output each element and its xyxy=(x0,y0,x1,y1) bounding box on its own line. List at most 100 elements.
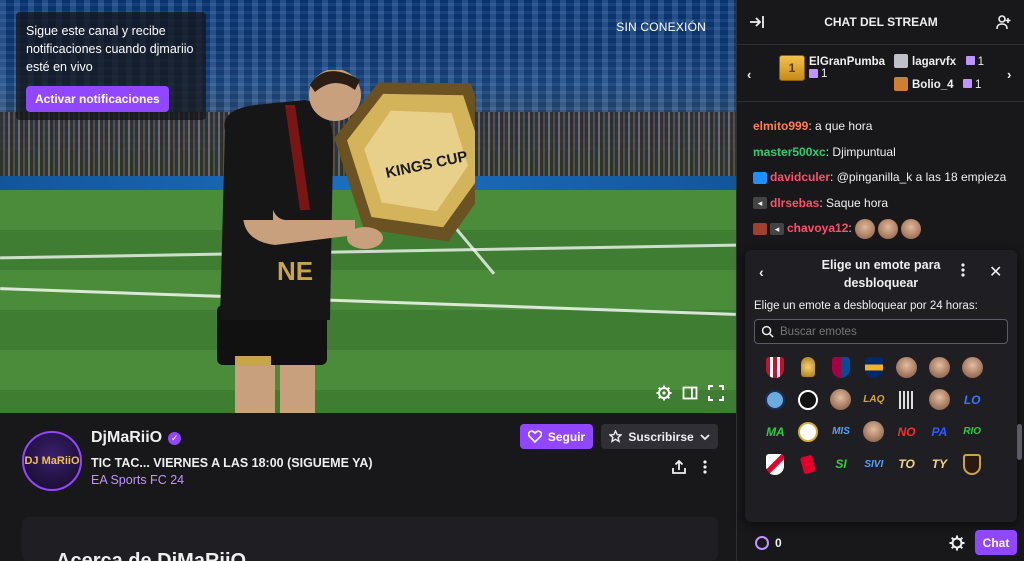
mute-badge-icon: ◂ xyxy=(770,222,784,235)
avatar[interactable]: DJ MaRiiO xyxy=(22,431,82,491)
gift-icon xyxy=(963,79,972,89)
chat-settings-icon[interactable] xyxy=(949,535,965,551)
emote-search-input[interactable] xyxy=(780,325,980,338)
gift-rank-icon xyxy=(894,53,908,68)
search-icon xyxy=(761,325,774,338)
streamer-name-text: DjMaRiiO xyxy=(91,429,163,446)
no-text-emote[interactable]: NO xyxy=(890,416,923,448)
lo-text-emote[interactable]: LO xyxy=(956,383,989,415)
atletico-crest-emote[interactable] xyxy=(759,351,792,383)
gifter-row[interactable]: lagarvfx 1 xyxy=(894,50,984,73)
other-gifters: lagarvfx 1 Bolio_4 1 xyxy=(894,50,984,96)
emote-label: MIS xyxy=(832,426,850,438)
colo-colo-crest-emote[interactable] xyxy=(792,383,825,415)
about-panel: Acerca de DjMaRiiO xyxy=(22,517,718,561)
boca-crest-emote[interactable] xyxy=(857,351,890,383)
chat-message: ◂ dlrsebas: Saque hora xyxy=(753,191,1015,217)
si-text-emote[interactable]: SI xyxy=(825,448,858,480)
chat-message: elmito999: a que hora xyxy=(753,114,1015,140)
video-player[interactable]: NE KINGS CUP Sigue este canal y recibe n… xyxy=(0,0,736,413)
emote-unlock-popup: ‹ Elige un emote para desbloquear ✕ Elig… xyxy=(745,250,1017,522)
back-icon[interactable]: ‹ xyxy=(759,264,764,280)
chevron-right-icon[interactable]: › xyxy=(1007,67,1011,82)
laq-text-emote[interactable]: LAQ xyxy=(857,383,890,415)
chat-panel: CHAT DEL STREAM ‹ 1 ElGranPumba 1 lagarv… xyxy=(736,0,1024,561)
chat-username[interactable]: davidculer xyxy=(770,170,830,184)
chevron-down-icon xyxy=(700,433,710,440)
game-link[interactable]: EA Sports FC 24 xyxy=(91,473,184,487)
fullscreen-icon[interactable] xyxy=(708,385,724,401)
golden-ball-emote[interactable] xyxy=(792,351,825,383)
channel-info: DJ MaRiiO DjMaRiiO ✓ TIC TAC... VIERNES … xyxy=(0,413,736,561)
notification-prompt: Sigue este canal y recibe notificaciones… xyxy=(16,12,206,120)
face-emote-4[interactable] xyxy=(825,383,858,415)
chevron-left-icon[interactable]: ‹ xyxy=(747,67,751,82)
red-card-emote[interactable] xyxy=(792,448,825,480)
gifter-count: 1 xyxy=(975,79,982,91)
emote-search-field[interactable] xyxy=(754,319,1008,344)
chat-username[interactable]: elmito999 xyxy=(753,119,808,133)
gift-icon xyxy=(809,69,818,79)
face-emote-5[interactable] xyxy=(923,383,956,415)
pa-text-emote[interactable]: PA xyxy=(923,416,956,448)
chat-messages: elmito999: a que hora master500xc: Djimp… xyxy=(753,114,1015,242)
chat-scrollbar[interactable] xyxy=(1017,424,1022,460)
emote-label: NO xyxy=(897,424,916,439)
top-gifter-name: ElGranPumba xyxy=(809,56,886,68)
face-emote-6[interactable] xyxy=(857,416,890,448)
face-emote-1[interactable] xyxy=(890,351,923,383)
chat-text: : Djimpuntual xyxy=(825,144,896,159)
close-icon[interactable]: ✕ xyxy=(989,262,1002,282)
emote-label: TY xyxy=(931,457,948,472)
share-icon[interactable] xyxy=(671,459,687,475)
emote-label: RIO xyxy=(963,426,982,438)
gifter-name: lagarvfx xyxy=(912,56,957,68)
follow-button[interactable]: Seguir xyxy=(520,424,593,449)
barcelona-crest-emote[interactable] xyxy=(825,351,858,383)
face-emote-2[interactable] xyxy=(923,351,956,383)
chat-message: davidculer: @pinganilla_k a las 18 empie… xyxy=(753,165,1015,191)
more-options-icon[interactable] xyxy=(959,262,967,278)
bars-emote[interactable] xyxy=(890,383,923,415)
mis-text-emote[interactable]: MIS xyxy=(825,416,858,448)
channel-points-icon[interactable] xyxy=(755,536,769,550)
theatre-mode-icon[interactable] xyxy=(682,385,698,401)
settings-icon[interactable] xyxy=(656,385,672,401)
to-text-emote[interactable]: TO xyxy=(890,448,923,480)
river-crest-emote[interactable] xyxy=(759,448,792,480)
top-gifter[interactable]: 1 ElGranPumba 1 xyxy=(779,55,885,81)
mute-badge-icon: ◂ xyxy=(753,197,767,210)
community-icon[interactable] xyxy=(996,14,1012,30)
gifter-name: Bolio_4 xyxy=(912,79,954,91)
emote-label: PA xyxy=(931,424,948,439)
crown-badge-icon xyxy=(753,171,767,184)
emote-label: LO xyxy=(963,392,981,407)
chat-text: : a que hora xyxy=(808,119,873,133)
face-emote xyxy=(901,218,922,239)
gift-leaderboard: ‹ 1 ElGranPumba 1 lagarvfx 1 Bolio_4 1 › xyxy=(737,44,1024,102)
gifter-row[interactable]: Bolio_4 1 xyxy=(894,73,984,96)
send-chat-button[interactable]: Chat xyxy=(975,530,1017,555)
more-options-icon[interactable] xyxy=(698,459,712,475)
enable-notifications-button[interactable]: Activar notificaciones xyxy=(26,86,169,112)
chat-username[interactable]: chavoya12 xyxy=(787,221,848,235)
streamer-name[interactable]: DjMaRiiO ✓ xyxy=(91,429,182,447)
chat-text: : @pinganilla_k a las 18 empieza xyxy=(830,170,1007,184)
kings-crest-emote[interactable] xyxy=(956,448,989,480)
sivi-text-emote[interactable]: SIVI xyxy=(857,448,890,480)
real-madrid-crest-emote[interactable] xyxy=(792,416,825,448)
ma-text-emote[interactable]: MA xyxy=(759,416,792,448)
chat-username[interactable]: dlrsebas xyxy=(770,196,819,210)
notification-text: Sigue este canal y recibe notificaciones… xyxy=(26,24,194,74)
face-emote-3[interactable] xyxy=(956,351,989,383)
gift-rank-icon xyxy=(894,76,908,91)
subscribe-label: Suscribirse xyxy=(628,429,694,444)
man-city-crest-emote[interactable] xyxy=(759,383,792,415)
subscribe-button[interactable]: Suscribirse xyxy=(601,424,718,449)
chat-header: CHAT DEL STREAM xyxy=(824,15,938,29)
channel-points-count: 0 xyxy=(775,536,782,550)
rio-text-emote[interactable]: RIO xyxy=(956,416,989,448)
ty-text-emote[interactable]: TY xyxy=(923,448,956,480)
chat-username[interactable]: master500xc xyxy=(753,145,826,159)
player-holding-trophy-image: NE KINGS CUP xyxy=(217,70,475,413)
